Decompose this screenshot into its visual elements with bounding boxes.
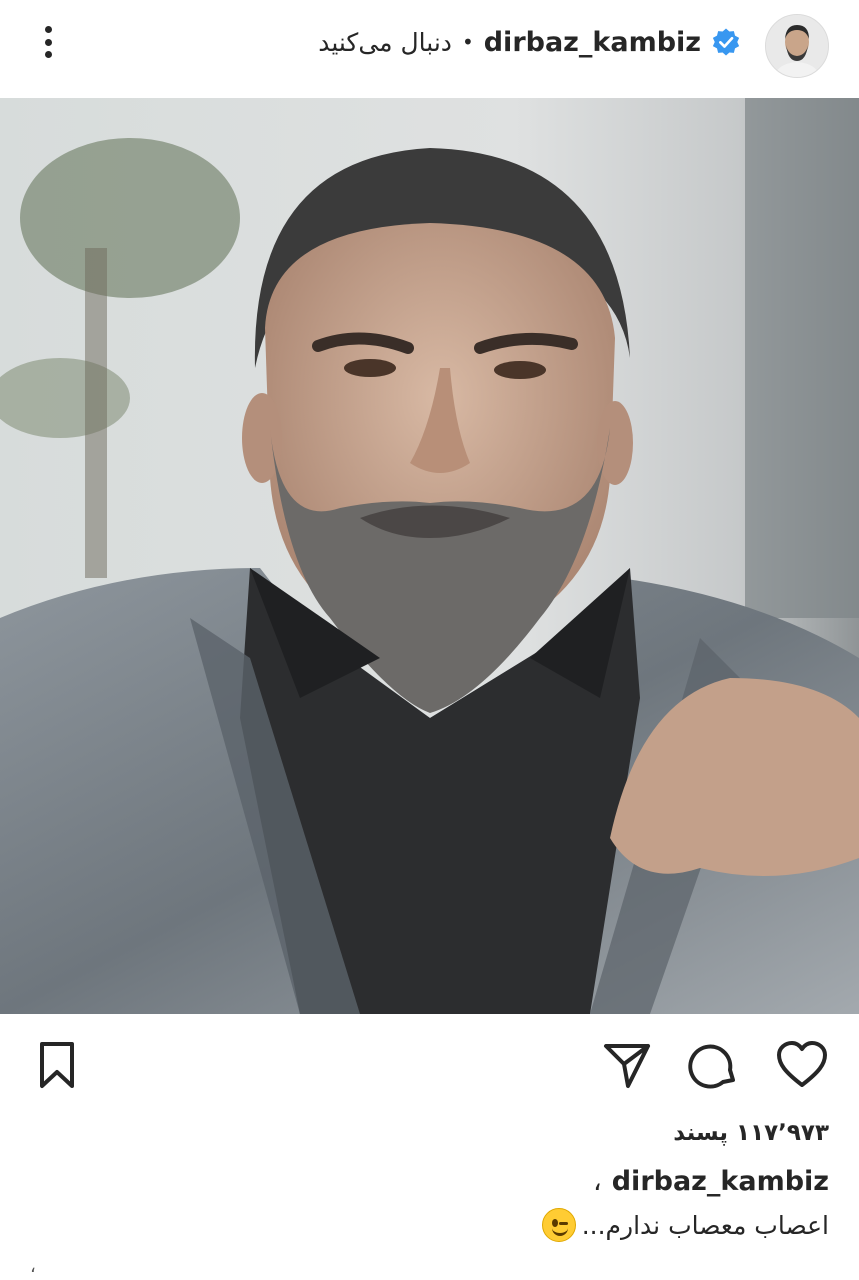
caption-comma: ، bbox=[593, 1166, 602, 1197]
send-icon[interactable] bbox=[600, 1038, 654, 1092]
caption-text-row: اعصاب معصاب ندارم... bbox=[541, 1208, 829, 1242]
header-user-row: دنبال می‌کنید • dirbaz_kambiz bbox=[318, 22, 741, 62]
separator-dot: • bbox=[461, 30, 474, 54]
trailing-mark: ، bbox=[30, 1256, 36, 1277]
comment-icon[interactable] bbox=[686, 1038, 740, 1092]
more-options-button[interactable] bbox=[30, 22, 66, 62]
caption-username-text[interactable]: dirbaz_kambiz bbox=[612, 1166, 829, 1197]
dot bbox=[44, 26, 52, 33]
verified-badge-icon bbox=[711, 27, 741, 57]
dot bbox=[44, 38, 52, 46]
likes-count[interactable]: ۱۱۷٬۹۷۳ پسند bbox=[673, 1120, 829, 1146]
winking-face-icon bbox=[541, 1208, 576, 1242]
caption-username[interactable]: ، dirbaz_kambiz bbox=[593, 1166, 829, 1197]
profile-avatar[interactable] bbox=[765, 14, 829, 78]
post-image[interactable] bbox=[0, 98, 859, 1014]
bookmark-icon[interactable] bbox=[30, 1038, 84, 1092]
caption-text: اعصاب معصاب ندارم... bbox=[581, 1210, 829, 1240]
heart-icon[interactable] bbox=[775, 1038, 829, 1092]
username[interactable]: dirbaz_kambiz bbox=[484, 27, 701, 58]
dot bbox=[44, 51, 52, 58]
post-actions bbox=[0, 1030, 859, 1100]
following-status[interactable]: دنبال می‌کنید bbox=[318, 28, 452, 57]
post-header: دنبال می‌کنید • dirbaz_kambiz bbox=[0, 0, 859, 96]
